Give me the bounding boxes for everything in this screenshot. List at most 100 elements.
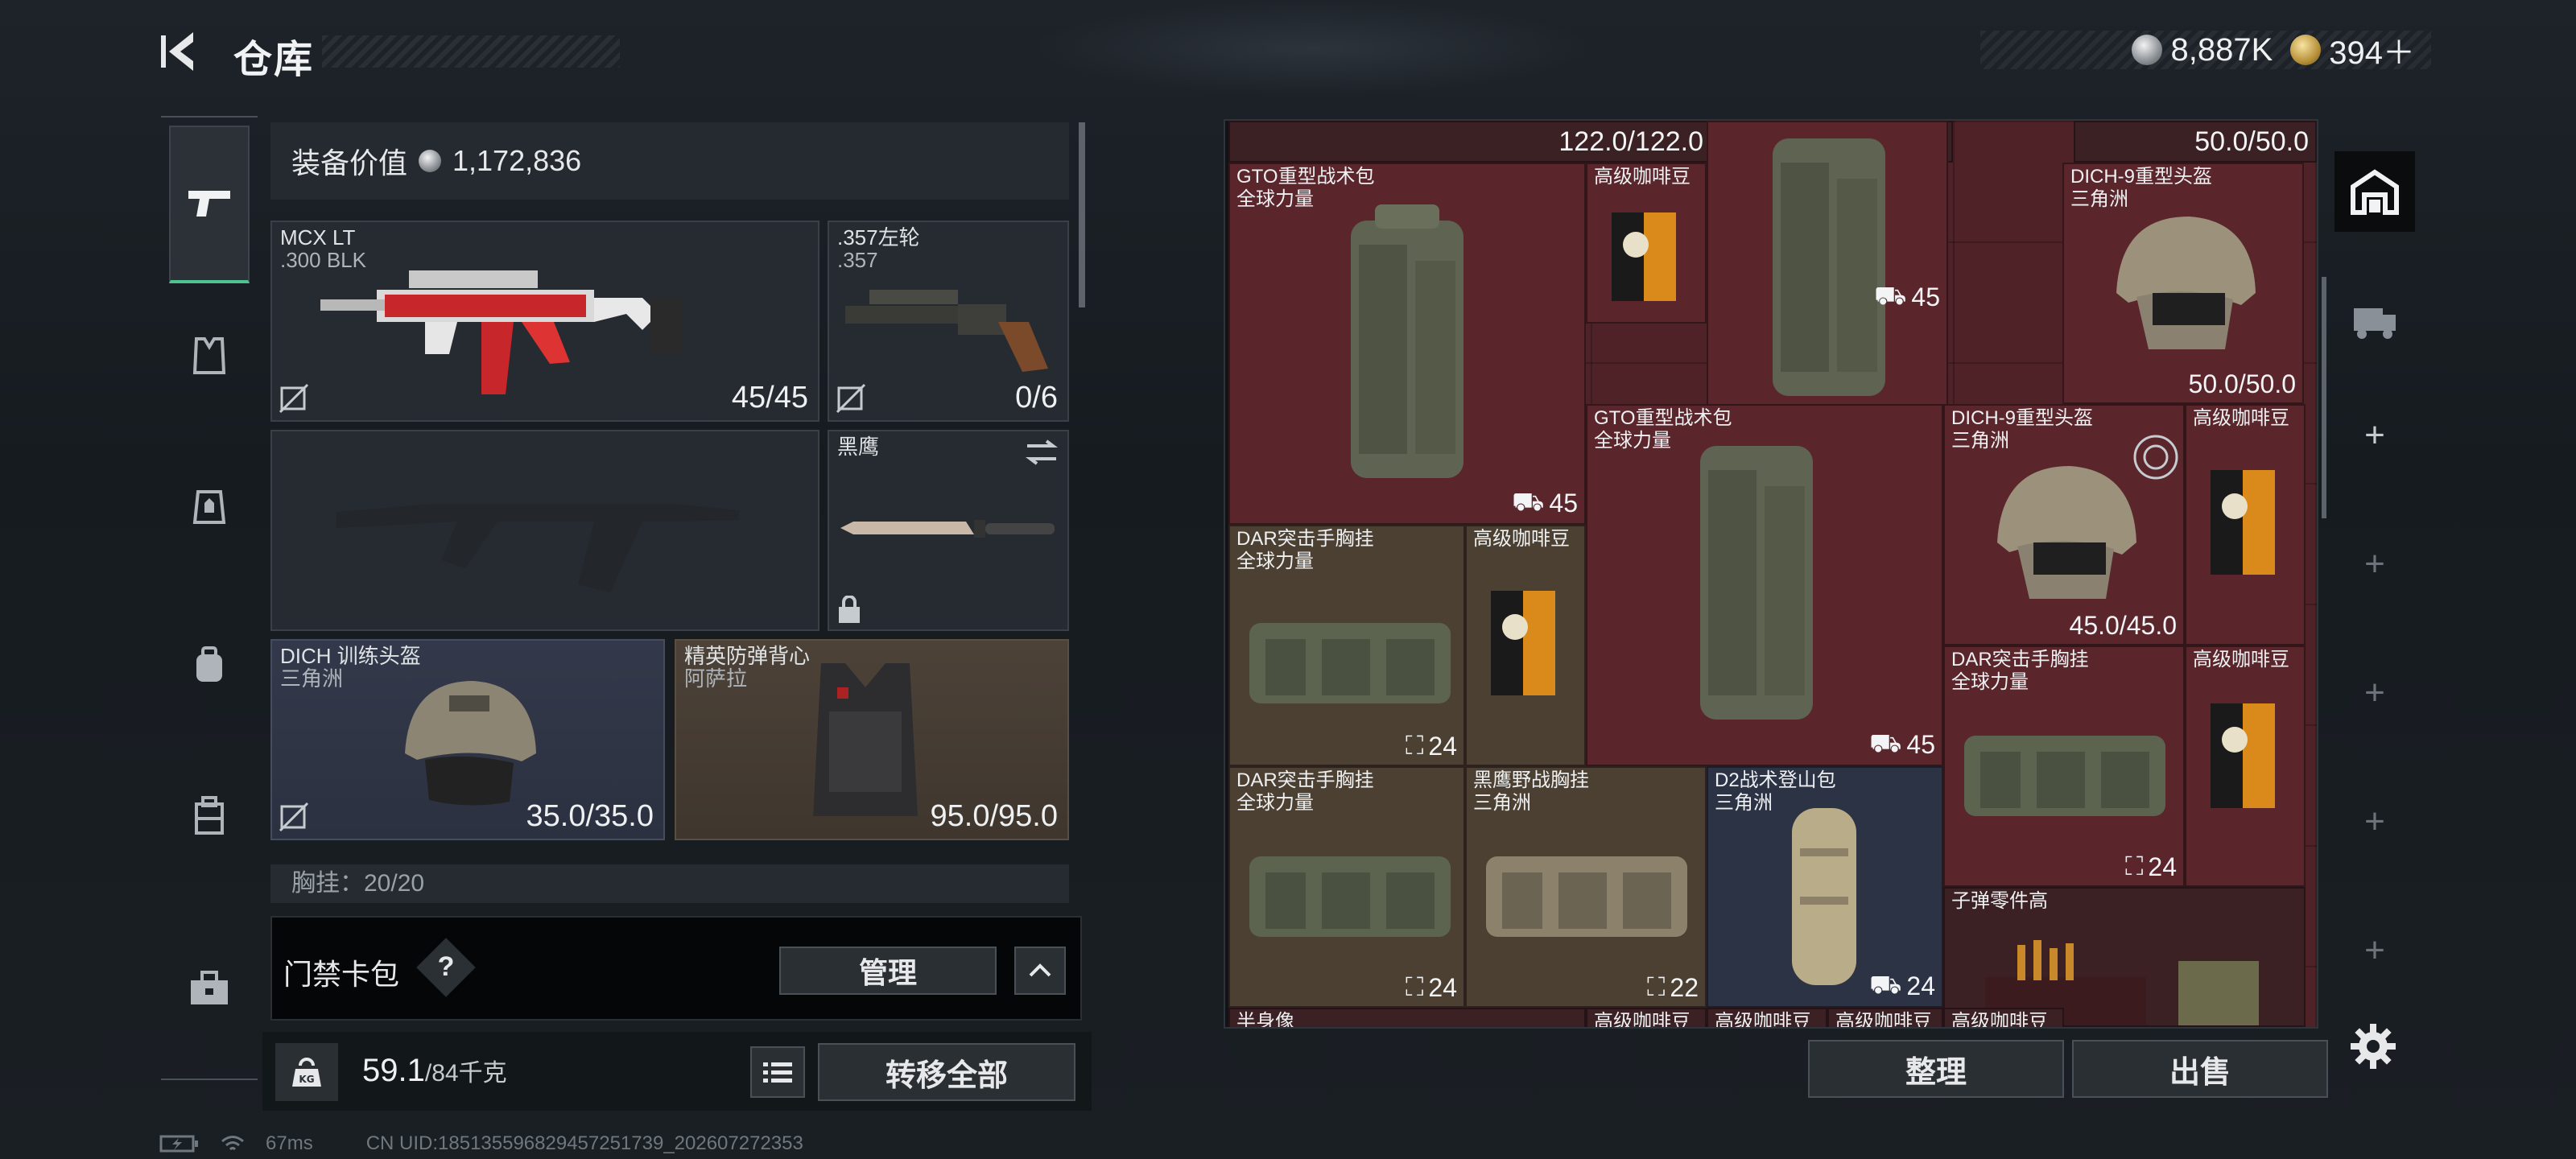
stash-item-ammo-parts[interactable]: 子弹零件高 bbox=[1943, 887, 2306, 1027]
equipment-panel: 装备价值 1,172,836 MCX LT .300 BLK 45/45 .35… bbox=[270, 122, 1075, 927]
stash-item-dar-rig[interactable]: DAR突击手胸挂 全球力量 ⛶ 24 bbox=[1228, 525, 1465, 766]
slot-melee[interactable]: 黑鹰 bbox=[828, 430, 1069, 631]
item-value: 50.0/50.0 bbox=[2188, 369, 2296, 398]
pistol-icon bbox=[188, 191, 230, 217]
silver-currency[interactable]: 8,887K bbox=[2132, 32, 2273, 68]
backpack-icon: ⛟ bbox=[1869, 728, 1902, 757]
add-stash-tab-icon[interactable]: + bbox=[2331, 930, 2418, 971]
rail-container[interactable] bbox=[169, 776, 250, 856]
armor-brand: 阿萨拉 bbox=[684, 666, 748, 691]
rail-weapons[interactable] bbox=[169, 126, 250, 283]
equipment-scrollbar[interactable] bbox=[1079, 122, 1085, 307]
knife-image bbox=[840, 520, 1055, 538]
case-icon bbox=[195, 796, 224, 835]
item-value: 22 bbox=[1670, 972, 1699, 1002]
item-value: 122.0/122.0 bbox=[1558, 126, 1703, 157]
list-view-button[interactable] bbox=[750, 1046, 805, 1098]
stash-item[interactable]: 122.0/122.0 bbox=[1228, 121, 1711, 163]
vest-icon: ⛶ bbox=[1406, 731, 1424, 760]
sidearm-caliber: .357 bbox=[837, 248, 878, 272]
slot-helmet[interactable]: DICH 训练头盔 三角洲 35.0/35.0 bbox=[270, 639, 665, 840]
melee-name: 黑鹰 bbox=[837, 435, 880, 459]
collapse-button[interactable] bbox=[1014, 947, 1066, 995]
tidy-button[interactable]: 整理 bbox=[1808, 1040, 2064, 1098]
list-icon bbox=[763, 1062, 792, 1083]
item-name: 半身像 bbox=[1236, 1011, 1294, 1027]
stash-item-coffee[interactable]: 高级咖啡豆 bbox=[2185, 645, 2306, 887]
manage-button[interactable]: 管理 bbox=[779, 947, 997, 995]
coffee-bag-image bbox=[1612, 212, 1676, 301]
stash-item-dich9-helmet[interactable]: DICH-9重型头盔 三角洲 45.0/45.0 bbox=[1943, 404, 2185, 645]
stash-item-dar-rig[interactable]: DAR突击手胸挂 全球力量 ⛶ 24 bbox=[1228, 766, 1465, 1008]
sidearm-name: .357左轮 bbox=[837, 225, 920, 250]
stash-item-coffee[interactable]: 高级咖啡豆 bbox=[1586, 163, 1707, 324]
item-name: 高级咖啡豆 bbox=[1594, 1011, 1690, 1027]
swap-icon[interactable] bbox=[1024, 438, 1059, 467]
stash-item[interactable]: 高级咖啡豆 bbox=[1707, 1008, 1827, 1027]
slot-sidearm[interactable]: .357左轮 .357 0/6 bbox=[828, 221, 1069, 422]
rail-toolbox[interactable] bbox=[169, 948, 250, 1029]
add-stash-tab-icon[interactable]: + bbox=[2331, 802, 2418, 842]
add-stash-tab-icon[interactable]: + bbox=[2331, 544, 2418, 584]
item-brand: 全球力量 bbox=[1594, 430, 1671, 452]
item-value: 24 bbox=[2148, 852, 2177, 881]
carry-weight-value: 59.1 bbox=[362, 1053, 425, 1088]
rail-armor[interactable] bbox=[169, 467, 250, 547]
add-stash-tab-icon[interactable]: + bbox=[2331, 673, 2418, 713]
warehouse-icon bbox=[2351, 169, 2399, 215]
settings-gear-icon[interactable] bbox=[2347, 1021, 2399, 1072]
transfer-all-button[interactable]: 转移全部 bbox=[818, 1043, 1075, 1101]
stash-item[interactable]: 50.0/50.0 bbox=[2074, 121, 2317, 163]
stash-item[interactable]: 半身像 bbox=[1228, 1008, 1586, 1027]
stash-item-dich9-helmet[interactable]: DICH-9重型头盔 三角洲 50.0/50.0 bbox=[2062, 163, 2304, 404]
stash-item[interactable]: 高级咖啡豆 bbox=[1586, 1008, 1707, 1027]
toolbox-icon bbox=[191, 971, 228, 1004]
equipment-value: 1,172,836 bbox=[452, 144, 582, 177]
chevron-up-icon bbox=[1029, 963, 1051, 977]
gold-currency[interactable]: 394＋ bbox=[2290, 27, 2415, 73]
item-name: 高级咖啡豆 bbox=[1951, 1011, 2048, 1027]
add-stash-tab-icon[interactable]: + bbox=[2331, 415, 2418, 456]
item-value: 24 bbox=[1428, 731, 1457, 761]
item-name: 高级咖啡豆 bbox=[2193, 407, 2289, 429]
equipment-value-bar: 装备价值 1,172,836 bbox=[270, 122, 1069, 200]
stash-item-coffee[interactable]: 高级咖啡豆 bbox=[2185, 404, 2306, 645]
rail-backpack[interactable] bbox=[169, 625, 250, 705]
kettlebell-icon: KG bbox=[292, 1058, 321, 1087]
item-capacity: ⛟ 45 bbox=[1869, 728, 1935, 761]
item-brand: 全球力量 bbox=[1236, 792, 1314, 814]
item-value: 45.0/45.0 bbox=[2069, 611, 2177, 640]
stash-item-d2-backpack[interactable]: D2战术登山包 三角洲 ⛟ 24 bbox=[1707, 766, 1943, 1008]
stash-scrollbar[interactable] bbox=[2322, 277, 2326, 518]
item-name: 子弹零件高 bbox=[1951, 890, 2048, 912]
item-brand: 三角洲 bbox=[1715, 792, 1773, 814]
item-name: D2战术登山包 bbox=[1715, 769, 1836, 791]
stash-item-gto-backpack[interactable]: GTO重型战术包 全球力量 ⛟ 45 bbox=[1586, 404, 1943, 766]
stash-item-dar-rig[interactable]: DAR突击手胸挂 全球力量 ⛶ 24 bbox=[1943, 645, 2185, 887]
lock-icon bbox=[839, 596, 860, 623]
weapon-ammo: 45/45 bbox=[731, 381, 808, 415]
help-icon[interactable]: ? bbox=[433, 951, 459, 983]
stash-item-coffee[interactable]: 高级咖啡豆 bbox=[1465, 525, 1586, 766]
carry-weight: 59.1/84千克 bbox=[362, 1053, 507, 1089]
stash-item[interactable]: 高级咖啡豆 bbox=[1943, 1008, 2064, 1027]
weight-bar: KG 59.1/84千克 转移全部 bbox=[262, 1032, 1092, 1111]
back-arrow-icon[interactable] bbox=[158, 27, 206, 76]
rail-chest-rig[interactable] bbox=[169, 316, 250, 396]
item-value: 24 bbox=[1428, 972, 1457, 1002]
stash-tab-mail[interactable] bbox=[2334, 280, 2415, 361]
slot-secondary-weapon-empty[interactable] bbox=[270, 430, 819, 631]
coffee-bag-image bbox=[2211, 470, 2275, 575]
stash-tab-main[interactable] bbox=[2334, 151, 2415, 232]
stash-item[interactable]: 高级咖啡豆 bbox=[1827, 1008, 1943, 1027]
item-name: DAR突击手胸挂 bbox=[1236, 769, 1374, 791]
armor-name: 精英防弹背心 bbox=[684, 644, 811, 668]
sell-button[interactable]: 出售 bbox=[2072, 1040, 2328, 1098]
slot-primary-weapon[interactable]: MCX LT .300 BLK 45/45 bbox=[270, 221, 819, 422]
slot-body-armor[interactable]: 精英防弹背心 阿萨拉 95.0/95.0 bbox=[675, 639, 1069, 840]
backpack-icon: ⛟ bbox=[1874, 281, 1907, 310]
item-value: 45 bbox=[1911, 283, 1940, 311]
stash-item-gto-backpack[interactable]: GTO重型战术包 全球力量 ⛟ 45 bbox=[1228, 163, 1586, 525]
item-value: 24 bbox=[1906, 971, 1935, 1000]
stash-item-blackhawk-rig[interactable]: 黑鹰野战胸挂 三角洲 ⛶ 22 bbox=[1465, 766, 1707, 1008]
